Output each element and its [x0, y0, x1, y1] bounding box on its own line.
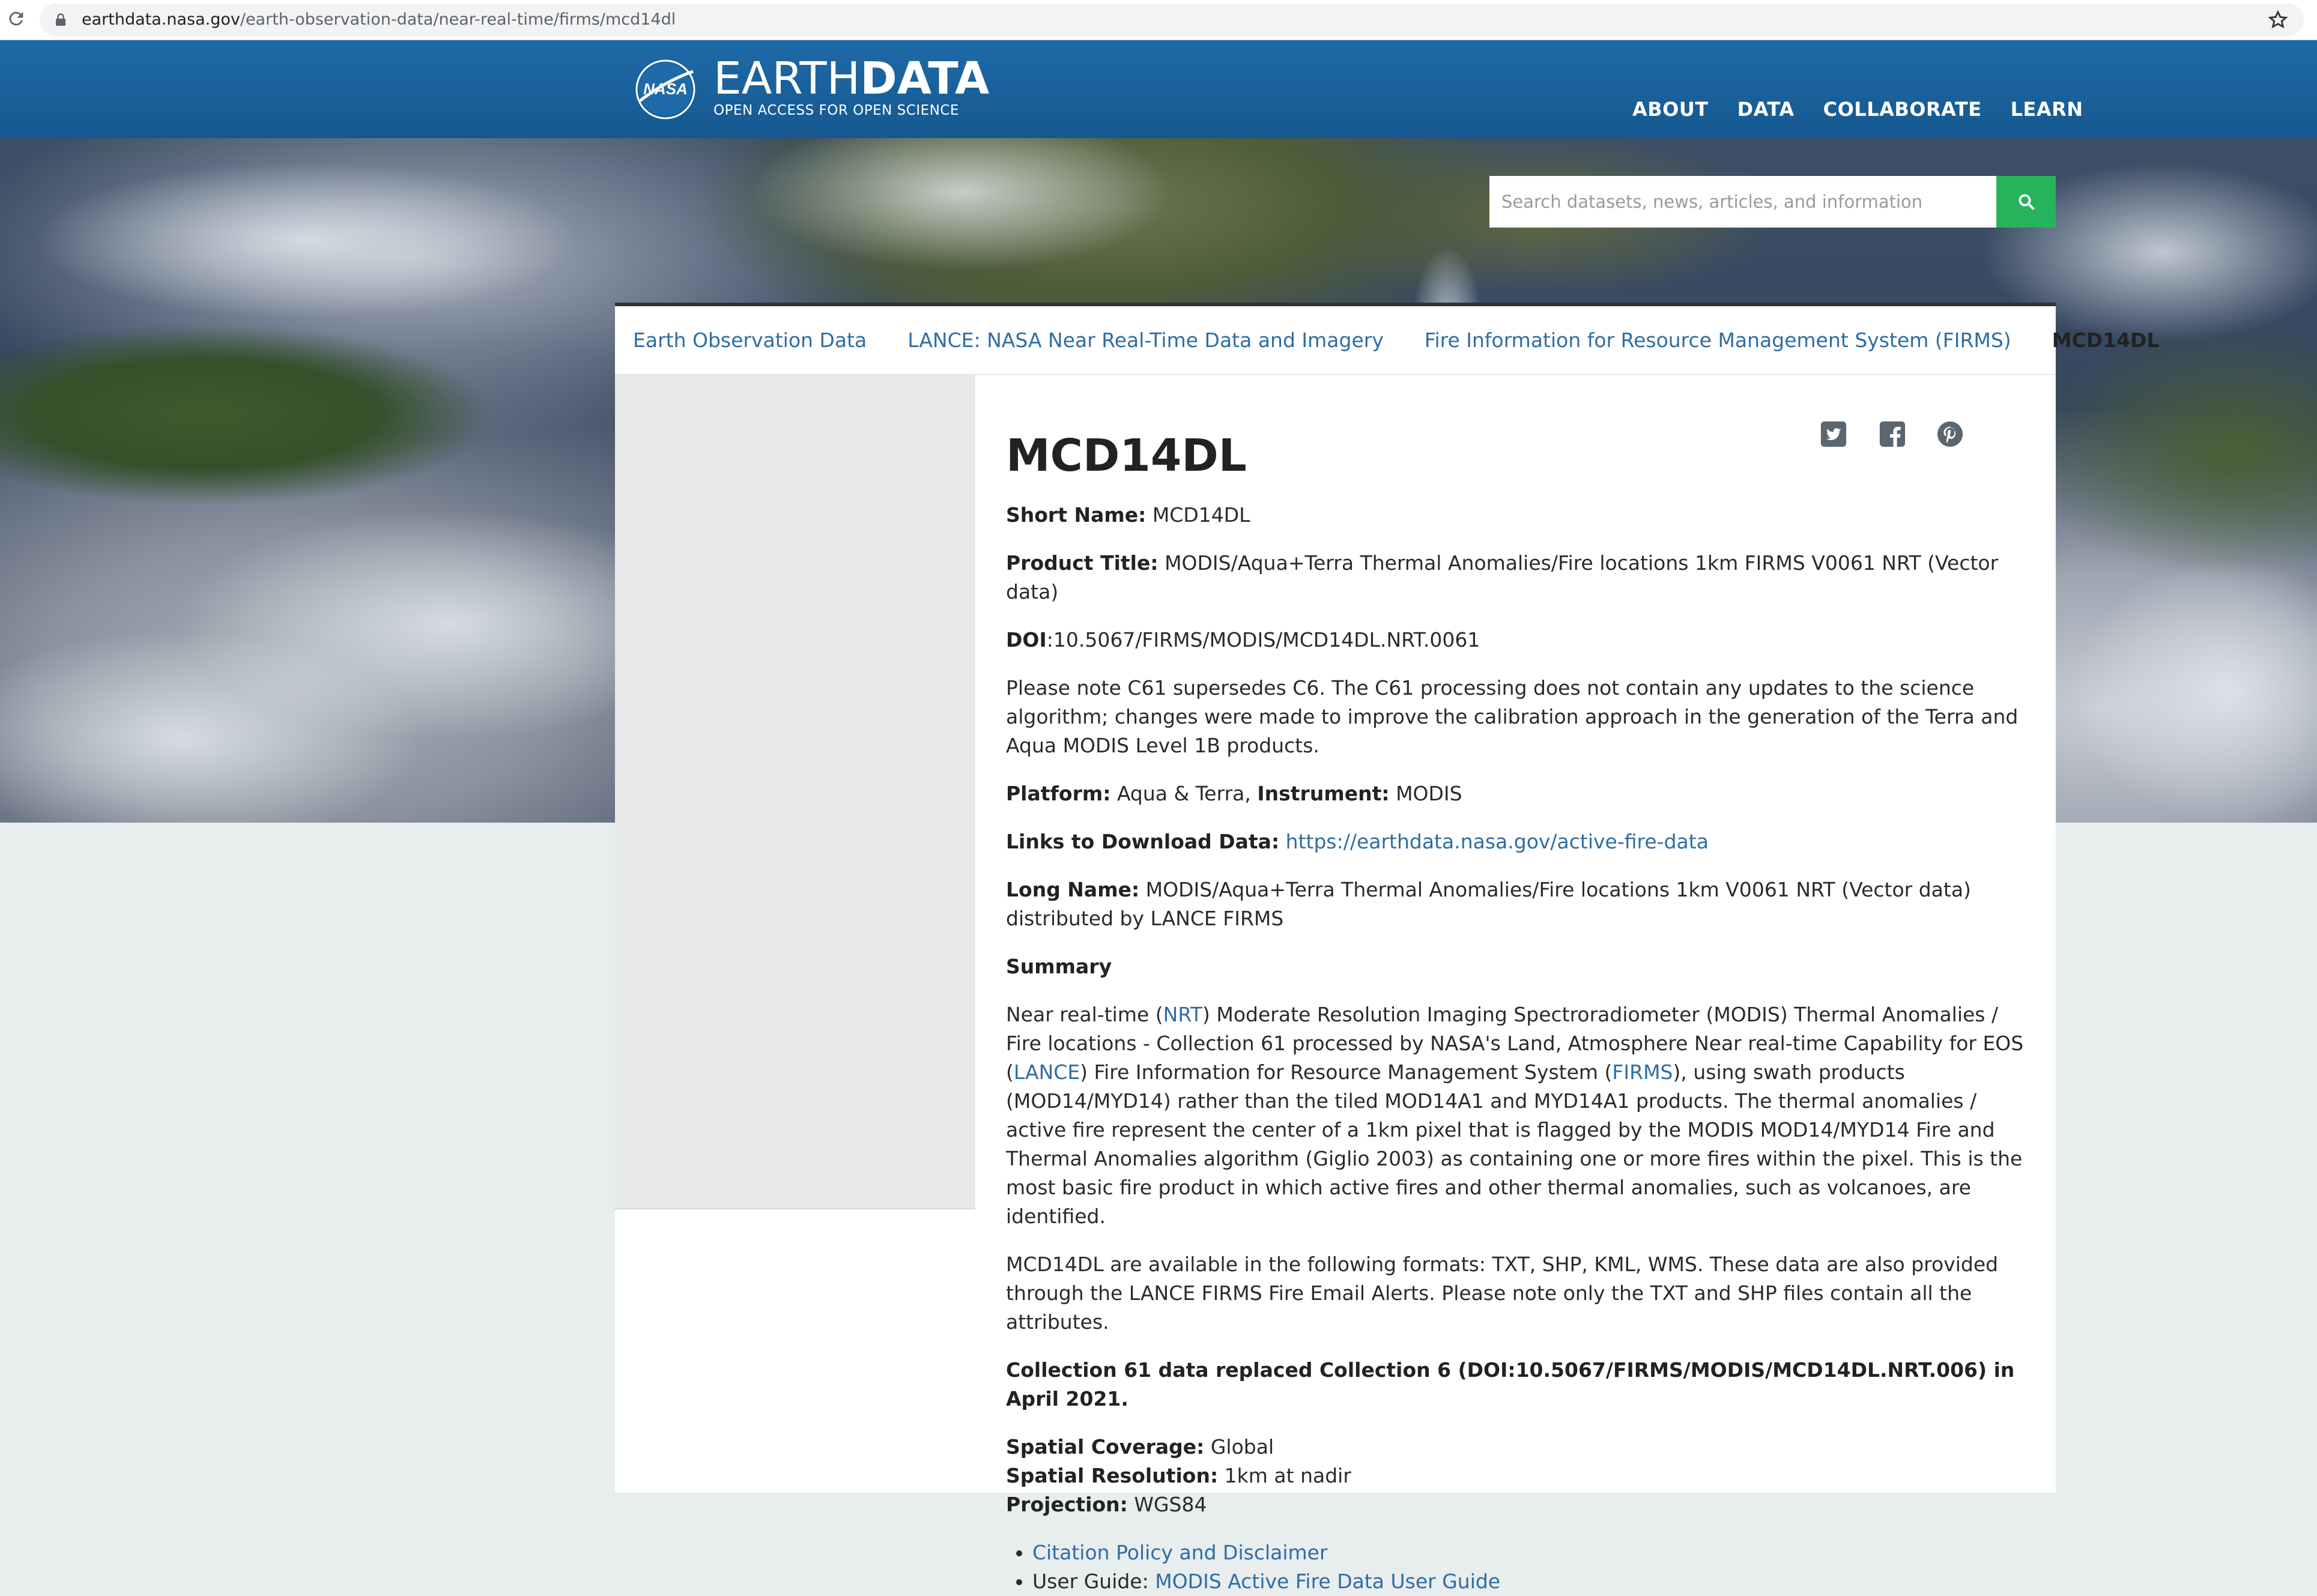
spatial-coverage-value: Global: [1210, 1435, 1274, 1458]
short-name-label: Short Name:: [1006, 503, 1146, 527]
brand-tagline: OPEN ACCESS FOR OPEN SCIENCE: [713, 103, 959, 118]
browser-address-bar: earthdata.nasa.gov/earth-observation-dat…: [0, 0, 2317, 40]
spatial-coverage-row: Spatial Coverage: Global: [1006, 1433, 2039, 1461]
lance-link[interactable]: LANCE: [1014, 1060, 1080, 1084]
download-row: Links to Download Data: https://earthdat…: [1006, 827, 2039, 856]
summary-text-3: ) Fire Information for Resource Manageme…: [1080, 1060, 1613, 1084]
summary-text-4: ), using swath products (MOD14/MYD14) ra…: [1006, 1060, 2023, 1228]
cloud: [751, 138, 1171, 270]
url-text: earthdata.nasa.gov/earth-observation-dat…: [82, 11, 676, 29]
resource-list: Citation Policy and Disclaimer User Guid…: [1006, 1538, 2039, 1596]
search-input[interactable]: [1489, 176, 1996, 228]
projection-value: WGS84: [1134, 1493, 1207, 1516]
list-item: Citation Policy and Disclaimer: [1032, 1538, 2039, 1567]
short-name-value: MCD14DL: [1152, 503, 1250, 527]
long-name-label: Long Name:: [1006, 878, 1140, 901]
search-icon: [2019, 194, 2035, 210]
site-header: NASA EARTHDATA OPEN ACCESS FOR OPEN SCIE…: [0, 40, 2317, 138]
nasa-logo[interactable]: NASA: [631, 57, 700, 122]
page-title: MCD14DL: [1006, 430, 1247, 482]
supersede-note: Please note C61 supersedes C6. The C61 p…: [1006, 676, 2019, 757]
nrt-link[interactable]: NRT: [1163, 1003, 1202, 1026]
left-sidebar: [615, 375, 975, 1493]
search-button[interactable]: [1996, 176, 2056, 228]
spatial-resolution-label: Spatial Resolution:: [1006, 1464, 1219, 1487]
citation-policy-link[interactable]: Citation Policy and Disclaimer: [1032, 1541, 1328, 1564]
summary-heading-text: Summary: [1006, 955, 1112, 978]
reload-icon[interactable]: [6, 8, 26, 29]
formats-paragraph: MCD14DL are available in the following f…: [1006, 1253, 1999, 1334]
download-label: Links to Download Data:: [1006, 830, 1280, 853]
doi-label: DOI: [1006, 628, 1047, 651]
nav-collaborate[interactable]: COLLABORATE: [1823, 98, 1982, 121]
content-card: Earth Observation Data LANCE: NASA Near …: [615, 303, 2159, 1593]
sidebar-lower: [615, 1209, 975, 1493]
summary-paragraph: Near real-time (NRT) Moderate Resolution…: [1006, 1000, 2039, 1231]
summary-heading: Summary: [1006, 952, 2039, 981]
doi-value: :10.5067/FIRMS/MODIS/MCD14DL.NRT.0061: [1046, 628, 1480, 651]
doi-row: DOI:10.5067/FIRMS/MODIS/MCD14DL.NRT.0061: [1006, 626, 2039, 654]
breadcrumb-lance[interactable]: LANCE: NASA Near Real-Time Data and Imag…: [907, 328, 1384, 352]
platform-row: Platform: Aqua & Terra, Instrument: MODI…: [1006, 779, 2039, 808]
long-name-row: Long Name: MODIS/Aqua+Terra Thermal Anom…: [1006, 875, 2039, 933]
cloud: [2072, 558, 2317, 823]
long-name-value: MODIS/Aqua+Terra Thermal Anomalies/Fire …: [1006, 878, 1971, 930]
main-content: MCD14DL Short Name: MCD14DL Product Titl…: [1006, 375, 2039, 1596]
product-title-label: Product Title:: [1006, 551, 1158, 575]
earthdata-brand[interactable]: EARTHDATA OPEN ACCESS FOR OPEN SCIENCE: [713, 55, 989, 118]
collection-note-text: Collection 61 data replaced Collection 6…: [1006, 1358, 2015, 1410]
download-link[interactable]: https://earthdata.nasa.gov/active-fire-d…: [1286, 830, 1709, 853]
list-item: User Guide: MODIS Active Fire Data User …: [1032, 1567, 2039, 1596]
spatial-resolution-value: 1km at nadir: [1224, 1464, 1351, 1487]
nav-learn[interactable]: LEARN: [2011, 98, 2083, 121]
instrument-value: MODIS: [1396, 782, 1462, 805]
summary-text-1: Near real-time (: [1006, 1003, 1163, 1026]
brand-bold: DATA: [860, 53, 990, 104]
breadcrumb-earth-observation-data[interactable]: Earth Observation Data: [633, 328, 867, 352]
projection-label: Projection:: [1006, 1493, 1128, 1516]
spatial-coverage-label: Spatial Coverage:: [1006, 1435, 1205, 1458]
nav-about[interactable]: ABOUT: [1632, 98, 1709, 121]
breadcrumb-current: MCD14DL: [2052, 328, 2160, 352]
main-nav: ABOUT DATA COLLABORATE LEARN: [1632, 98, 2083, 121]
breadcrumb: Earth Observation Data LANCE: NASA Near …: [615, 306, 2159, 375]
product-title-row: Product Title: MODIS/Aqua+Terra Thermal …: [1006, 549, 2039, 606]
platform-label: Platform:: [1006, 782, 1111, 805]
user-guide-label: User Guide:: [1032, 1570, 1149, 1593]
user-guide-link[interactable]: MODIS Active Fire Data User Guide: [1155, 1570, 1500, 1593]
firms-link[interactable]: FIRMS: [1612, 1060, 1673, 1084]
nav-data[interactable]: DATA: [1737, 98, 1795, 121]
cloud: [36, 162, 577, 318]
spatial-resolution-row: Spatial Resolution: 1km at nadir: [1006, 1461, 2039, 1490]
instrument-label: Instrument:: [1257, 782, 1390, 805]
url-domain: earthdata.nasa.gov: [82, 10, 240, 29]
short-name-row: Short Name: MCD14DL: [1006, 501, 2039, 530]
platform-value: Aqua & Terra,: [1116, 782, 1251, 805]
projection-row: Projection: WGS84: [1006, 1490, 2039, 1519]
url-path: /earth-observation-data/near-real-time/f…: [240, 10, 676, 29]
breadcrumb-firms[interactable]: Fire Information for Resource Management…: [1425, 328, 2011, 352]
brand-name: EARTHDATA: [713, 55, 989, 103]
url-field[interactable]: earthdata.nasa.gov/earth-observation-dat…: [40, 4, 2304, 36]
brand-light: EARTH: [713, 53, 861, 104]
bookmark-star-icon[interactable]: [2268, 10, 2288, 30]
nasa-logo-text: NASA: [643, 80, 688, 98]
collection-note: Collection 61 data replaced Collection 6…: [1006, 1356, 2039, 1413]
lock-icon: [56, 13, 65, 26]
